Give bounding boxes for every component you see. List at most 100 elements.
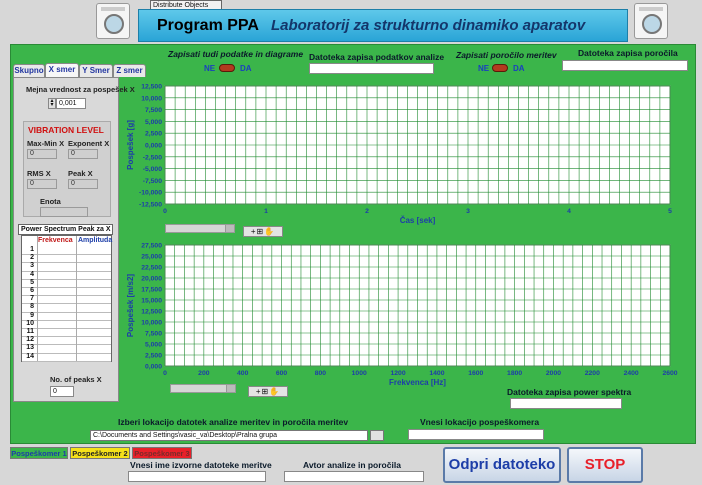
ps-row-number: 3 [30,262,34,270]
ps-row-number: 9 [30,311,34,319]
y-tick-label: -10,000 [139,190,162,197]
spectrum-file-input[interactable] [510,398,622,409]
author-label: Avtor analize in poročila [303,460,401,470]
exponent-value: 0 [68,149,98,159]
y-tick-label: 10,000 [141,320,162,327]
x-tick-label: 1000 [352,370,367,377]
tab-z-smer[interactable]: Z smer [113,64,146,77]
x-tick-label: 600 [276,370,288,377]
tab-accelerometer-2[interactable]: Pospeškomer 2 [70,447,130,459]
ps-row-number: 7 [30,295,34,303]
tab-accelerometer-3[interactable]: Pospeškomer 3 [132,447,192,459]
ps-col-divider [37,236,38,361]
peaks-label: No. of peaks X [50,375,102,384]
y-tick-label: 12,500 [141,84,162,91]
maxmin-label: Max-Min X [27,139,65,148]
program-title: Program PPA [157,16,259,34]
spectrum-graph-scrollbar[interactable] [170,384,236,393]
ps-row-divider [22,360,111,362]
y-tick-label: 15,000 [141,298,162,305]
ps-row-number: 13 [26,344,34,352]
x-tick-label: 2600 [662,370,677,377]
threshold-spinner[interactable]: ▴ ▾ [48,98,56,109]
author-input[interactable] [284,471,424,482]
spectrum-graph[interactable]: 27,500 25,000 22,500 20,000 17,500 15,000 12,5… [120,238,686,398]
location-path-input[interactable]: C:\Documents and Settings\vasic_va\Deskt… [90,430,368,441]
peak-label: Peak X [68,169,93,178]
x-tick-label: 0 [163,370,167,377]
ps-col-divider [76,236,77,361]
ps-row-number: 2 [30,254,34,262]
power-spectrum-table[interactable]: Frekvenca Amplituda 1 2 3 4 5 6 7 8 9 10 11 12 13 14 [21,235,112,362]
save-data-label: Zapisati tudi podatke in diagrame [168,49,304,59]
save-report-label: Zapisati poročilo meritev [456,50,557,60]
y-tick-label: 7,500 [145,107,162,114]
x-tick-label: 200 [198,370,210,377]
source-file-input[interactable] [128,471,266,482]
y-tick-label: 20,000 [141,276,162,283]
analysis-file-input[interactable] [309,63,434,74]
x-tick-label: 3 [466,208,470,215]
maxmin-value: 0 [27,149,57,159]
x-tick-label: 4 [567,208,571,215]
tab-y-smer[interactable]: Y Smer [79,64,113,77]
lab-subtitle: Laboratorij za strukturno dinamiko apara… [270,17,586,34]
y-tick-label: -12,500 [139,202,162,209]
ps-row-number: 5 [30,278,34,286]
y-tick-label: 0,000 [145,143,162,150]
save-data-toggle[interactable] [219,64,235,72]
x-tick-label: 1800 [507,370,522,377]
ps-row-number: 8 [30,303,34,311]
time-graph-scrollbar[interactable] [165,224,235,233]
y-tick-label: 2,500 [145,131,162,138]
x-tick-label: 2000 [546,370,561,377]
report-file-input[interactable] [562,60,688,71]
ps-row-number: 1 [30,246,34,253]
washing-machine-icon-left [96,3,130,39]
tab-x-smer[interactable]: X smer [45,63,79,77]
vibration-level-title: VIBRATION LEVEL [28,125,104,135]
y-tick-label: -5,000 [143,166,162,173]
washing-machine-icon-right [634,3,668,39]
peaks-value: 0 [50,386,74,397]
tab-skupno[interactable]: Skupno [13,64,45,77]
sensor-location-input[interactable] [408,429,544,440]
x-tick-label: 400 [237,370,249,377]
x-tick-label: 0 [163,208,167,215]
title-bar: Program PPA Laboratorij za strukturno di… [138,9,628,42]
y-tick-label: 5,000 [145,342,162,349]
ps-row-number: 14 [26,352,34,360]
save-report-yes: DA [513,64,525,73]
save-data-yes: DA [240,64,252,73]
x-axis-label: Frekvenca [Hz] [389,378,446,387]
folder-browse-icon[interactable] [370,430,384,441]
x-tick-label: 2400 [624,370,639,377]
x-axis-label: Čas [sek] [400,216,436,225]
time-graph[interactable]: 12,500 10,000 7,500 5,000 2,500 0,000 -2,500 -5… [120,78,686,228]
save-report-no: NE [478,64,490,73]
y-tick-label: -2,500 [143,154,162,161]
location-label: Izberi lokacijo datotek analize meritev … [118,417,349,427]
y-tick-label: 27,500 [141,243,162,250]
ps-row-number: 12 [26,336,34,344]
tab-accelerometer-1[interactable]: Pospeškomer 1 [10,447,68,459]
open-file-button[interactable]: Odpri datoteko [443,447,561,483]
save-report-toggle[interactable] [492,64,508,72]
report-file-label: Datoteka zapisa poročila [578,48,678,58]
y-tick-label: 12,500 [141,309,162,316]
ps-row-number: 10 [26,319,34,327]
x-tick-label: 2 [365,208,369,215]
analysis-file-label: Datoteka zapisa podatkov analize [309,52,445,62]
y-tick-label: 2,500 [145,353,162,360]
spectrum-graph-tools[interactable]: +⊞✋ [248,386,288,397]
time-graph-tools[interactable]: +⊞✋ [243,226,283,237]
stop-button[interactable]: STOP [567,447,643,483]
ps-col-frequency: Frekvenca [38,237,73,244]
ps-row-number: 6 [30,287,34,294]
y-tick-label: 5,000 [145,119,162,126]
x-tick-label: 1200 [391,370,406,377]
ps-row-number: 11 [26,328,34,335]
save-data-no: NE [204,64,216,73]
threshold-input[interactable]: 0,001 [56,98,86,109]
y-axis-label: Pospešek [g] [126,120,135,170]
